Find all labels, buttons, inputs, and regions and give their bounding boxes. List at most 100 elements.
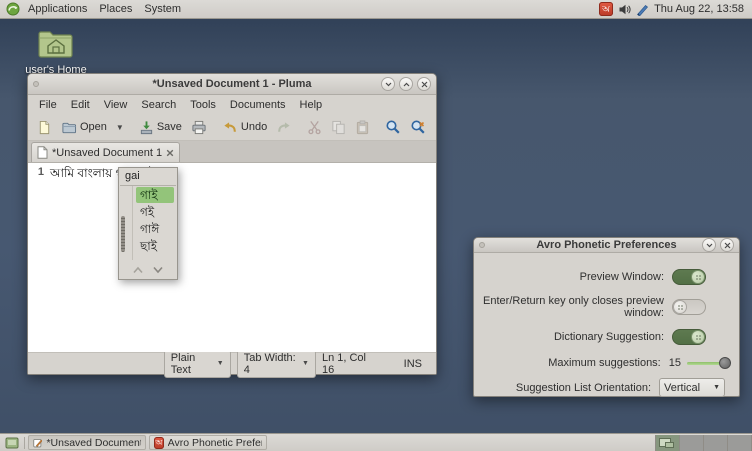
undo-icon — [222, 120, 238, 135]
desktop-icon-home[interactable]: user's Home — [12, 27, 100, 76]
dictionary-suggestion-label: Dictionary Suggestion: — [474, 331, 664, 343]
show-desktop-icon — [5, 437, 19, 449]
page-down-icon[interactable] — [153, 266, 163, 274]
volume-icon[interactable] — [618, 3, 631, 16]
pluma-titlebar[interactable]: *Unsaved Document 1 - Pluma — [28, 74, 436, 95]
workspace-2[interactable] — [680, 435, 704, 451]
taskbar-item-label: Avro Phonetic Preferen... — [168, 437, 262, 449]
tab-width-selector[interactable]: Tab Width: 4▼ — [237, 350, 316, 378]
workspace-switcher — [655, 435, 752, 451]
tab-unsaved-document[interactable]: *Unsaved Document 1 — [31, 142, 180, 162]
prefs-window-title: Avro Phonetic Preferences — [474, 239, 739, 251]
slider-knob[interactable] — [719, 357, 731, 369]
enter-closes-preview-toggle[interactable] — [672, 299, 706, 315]
preview-window-row: Preview Window: — [474, 262, 739, 292]
panel-divider — [24, 437, 25, 449]
close-button[interactable] — [720, 238, 734, 252]
tab-close-icon[interactable] — [166, 149, 174, 157]
orientation-select[interactable]: Vertical ▼ — [659, 378, 725, 397]
suggestion-item[interactable]: গাঈ — [136, 221, 174, 237]
ibus-pen-icon[interactable] — [636, 3, 649, 16]
suggestion-item[interactable]: গাই — [136, 187, 174, 203]
chevron-down-icon: ▼ — [217, 360, 224, 367]
maximize-button[interactable] — [399, 77, 413, 91]
cursor-position: Ln 1, Col 16 — [322, 352, 376, 376]
max-suggestions-label: Maximum suggestions: — [474, 357, 661, 369]
popup-scrollbar[interactable] — [121, 216, 125, 252]
open-button[interactable]: Open — [58, 118, 110, 137]
home-folder-icon — [36, 27, 76, 59]
open-recent-dropdown[interactable]: ▼ — [113, 121, 127, 134]
cut-icon — [307, 120, 322, 135]
preview-window-toggle[interactable] — [672, 269, 706, 285]
window-menu-icon[interactable] — [33, 81, 39, 87]
taskbar-item-pluma[interactable]: *Unsaved Document 1 -... — [28, 435, 146, 450]
find-button[interactable] — [382, 117, 404, 137]
avro-tray-icon[interactable]: অ — [599, 2, 613, 16]
workspace-4[interactable] — [728, 435, 752, 451]
document-icon — [37, 146, 48, 159]
workspace-1[interactable] — [656, 435, 680, 451]
minimize-button[interactable] — [381, 77, 395, 91]
menu-help[interactable]: Help — [293, 97, 330, 113]
replace-button[interactable] — [407, 117, 429, 137]
cut-button[interactable] — [304, 118, 325, 137]
print-button[interactable] — [188, 118, 210, 137]
suggestion-list: গাই গই গাঈ ছাই — [132, 186, 177, 260]
search-icon — [385, 119, 401, 135]
orientation-value: Vertical — [664, 382, 700, 394]
save-button[interactable]: Save — [136, 118, 185, 137]
save-icon — [139, 120, 154, 135]
suggestion-item[interactable]: গই — [136, 204, 174, 220]
enter-closes-preview-label: Enter/Return key only closes preview win… — [474, 295, 664, 319]
menu-system-label: System — [144, 3, 181, 15]
new-document-button[interactable] — [34, 118, 55, 137]
menu-system[interactable]: System — [138, 0, 187, 18]
max-suggestions-slider[interactable] — [687, 362, 725, 365]
toggle-knob — [691, 270, 705, 284]
menu-applications[interactable]: Applications — [22, 0, 93, 18]
redo-icon — [276, 120, 292, 135]
menu-view[interactable]: View — [97, 97, 135, 113]
editor-area[interactable]: 1 আমি বাংলায় গান গাই — [28, 163, 436, 352]
prefs-titlebar[interactable]: Avro Phonetic Preferences — [474, 238, 739, 253]
show-desktop-button[interactable] — [2, 435, 22, 451]
page-up-icon[interactable] — [133, 266, 143, 274]
undo-button[interactable]: Undo — [219, 118, 270, 137]
menu-search[interactable]: Search — [134, 97, 183, 113]
menu-tools[interactable]: Tools — [183, 97, 223, 113]
dictionary-suggestion-toggle[interactable] — [672, 329, 706, 345]
minimize-button[interactable] — [702, 238, 716, 252]
suggestion-item[interactable]: ছাই — [136, 238, 174, 254]
menu-file[interactable]: File — [32, 97, 64, 113]
max-suggestions-row: Maximum suggestions: 15 — [474, 352, 739, 374]
pluma-window: *Unsaved Document 1 - Pluma File Edit Vi… — [27, 73, 437, 375]
menu-documents[interactable]: Documents — [223, 97, 293, 113]
taskbar-item-avro-prefs[interactable]: অ Avro Phonetic Preferen... — [149, 435, 267, 450]
workspace-3[interactable] — [704, 435, 728, 451]
taskbar-item-label: *Unsaved Document 1 -... — [46, 437, 141, 449]
pluma-statusbar: Plain Text▼ Tab Width: 4▼ Ln 1, Col 16 I… — [28, 352, 436, 374]
romanized-input: gai — [119, 168, 177, 185]
top-panel: Applications Places System অ Thu Aug 22,… — [0, 0, 752, 19]
copy-icon — [331, 120, 346, 135]
clock[interactable]: Thu Aug 22, 13:58 — [654, 3, 746, 15]
menu-places[interactable]: Places — [93, 0, 138, 18]
menu-applications-label: Applications — [28, 3, 87, 15]
prefs-body: Preview Window: Enter/Return key only cl… — [474, 253, 739, 401]
window-menu-icon[interactable] — [479, 242, 485, 248]
copy-button[interactable] — [328, 118, 349, 137]
distro-logo-icon[interactable] — [6, 2, 20, 16]
toggle-knob — [673, 300, 687, 314]
paste-button[interactable] — [352, 118, 373, 137]
orientation-label: Suggestion List Orientation: — [474, 382, 651, 394]
redo-button[interactable] — [273, 118, 295, 137]
new-document-icon — [37, 120, 52, 135]
chevron-down-icon: ▼ — [713, 384, 720, 391]
close-button[interactable] — [417, 77, 431, 91]
avro-icon: অ — [154, 437, 164, 449]
workspace-window-thumb — [665, 442, 674, 448]
language-selector[interactable]: Plain Text▼ — [164, 350, 231, 378]
tab-label: *Unsaved Document 1 — [52, 147, 162, 159]
menu-edit[interactable]: Edit — [64, 97, 97, 113]
